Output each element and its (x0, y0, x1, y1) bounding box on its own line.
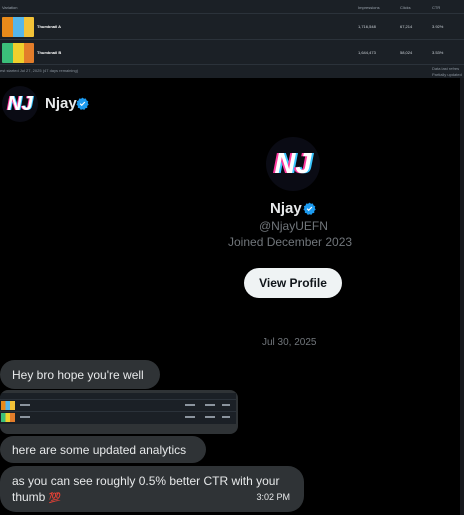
column-header-impressions: Impressions (358, 5, 380, 10)
avatar-logo-text: NJ (274, 147, 312, 180)
column-header-clicks: Clicks (400, 5, 411, 10)
clicks-value: 67,214 (400, 24, 413, 29)
impressions-value: 1,716,548 (358, 24, 376, 29)
clicks-value: 58,024 (400, 50, 413, 55)
thumbnail-image (2, 43, 34, 63)
column-header-ctr: CTR (432, 5, 441, 10)
data-refresh-note: Data last refres (432, 66, 460, 71)
variation-name: Thumbnail A (37, 24, 62, 29)
profile-name: Njay (270, 200, 302, 217)
profile-avatar[interactable]: NJ (266, 137, 320, 191)
profile-handle: @NjayUEFN (259, 219, 328, 233)
conversation-date: Jul 30, 2025 (262, 337, 317, 348)
hundred-emoji-icon: 💯 (48, 493, 62, 504)
test-duration-note: est started Jul 27, 2025 (47 days remain… (0, 68, 79, 73)
view-profile-button[interactable]: View Profile (244, 268, 342, 298)
ctr-value: 3.53% (432, 50, 444, 55)
scrollbar-track[interactable] (460, 78, 464, 515)
table-row: Thumbnail A 1,716,548 67,214 3.92% (0, 13, 464, 39)
ctr-value: 3.92% (432, 24, 444, 29)
profile-joined-date: Joined December 2023 (228, 235, 353, 249)
avatar-logo-text: NJ (7, 92, 33, 115)
header-name[interactable]: Njay (45, 95, 77, 112)
message-bubble[interactable]: here are some updated analytics (0, 436, 206, 463)
data-partial-note: Partially updated (432, 72, 462, 77)
table-header: Variation Impressions Clicks CTR (0, 0, 464, 14)
verified-badge-icon (303, 202, 316, 215)
thumbnail-image (2, 17, 34, 37)
analytics-table: Variation Impressions Clicks CTR Thumbna… (0, 0, 464, 78)
message-image[interactable] (0, 390, 238, 434)
message-text: Hey bro hope you're well (12, 368, 144, 382)
table-row: Thumbnail B 1,644,473 58,024 3.53% (0, 39, 464, 65)
analytics-screenshot-thumbnail (0, 393, 236, 424)
verified-badge-icon (76, 97, 89, 110)
variation-name: Thumbnail B (37, 50, 62, 55)
message-bubble[interactable]: Hey bro hope you're well (0, 360, 160, 389)
message-bubble[interactable]: as you can see roughly 0.5% better CTR w… (0, 466, 304, 512)
message-timestamp: 3:02 PM (256, 492, 290, 502)
column-header-variation: Variation (2, 5, 18, 10)
impressions-value: 1,644,473 (358, 50, 376, 55)
header-avatar[interactable]: NJ (2, 86, 38, 122)
message-text: here are some updated analytics (12, 443, 187, 457)
